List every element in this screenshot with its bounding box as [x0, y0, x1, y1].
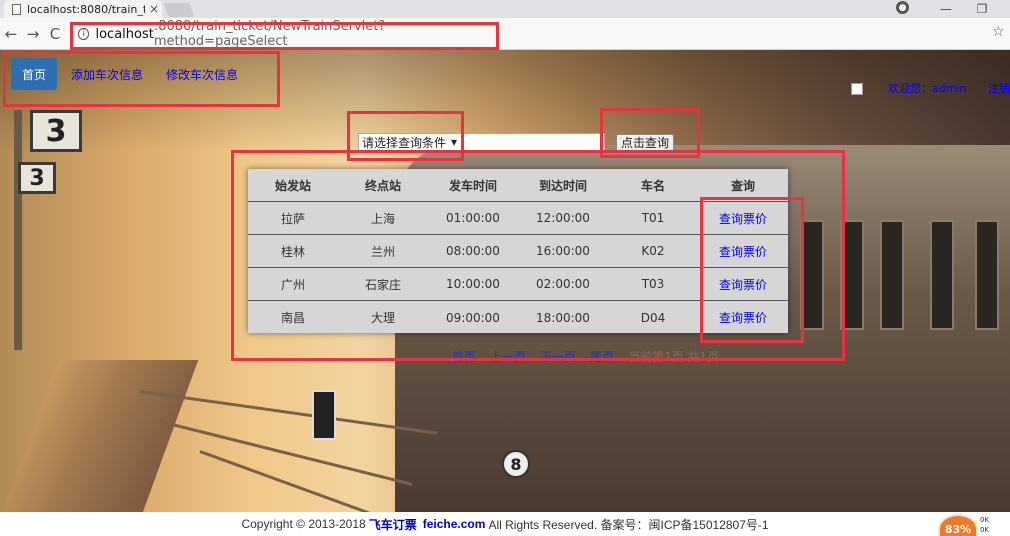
pager-prev-link[interactable]: 上一页: [490, 348, 526, 365]
address-bar[interactable]: i localhost:8080/train_ticket/NewTrainSe…: [74, 19, 500, 49]
cell-end-station: 上海: [370, 211, 395, 226]
cell-train-name: K02: [641, 244, 665, 258]
browser-tab-bar: localhost:8080/train_tic × ● — ❐: [0, 0, 1010, 18]
rail-track: [159, 420, 413, 486]
rail-track: [199, 450, 408, 512]
cell-arrive-time: 02:00:00: [536, 277, 590, 291]
train-window: [800, 220, 824, 330]
query-price-link[interactable]: 查询票价: [698, 268, 788, 300]
logout-link[interactable]: 注销: [988, 80, 1010, 96]
reload-icon[interactable]: C: [46, 24, 64, 44]
cell-train-name: T03: [641, 277, 665, 291]
cell-depart-time: 01:00:00: [446, 211, 500, 225]
speed-stats: 0K 0K: [980, 515, 989, 535]
platform-sign: 3: [18, 162, 56, 194]
page-background: 3 3 8 首页 添加车次信息 修改车次信息 欢迎您：admin 注销 请选择查…: [0, 50, 1010, 512]
footer-brand-cn[interactable]: 飞车订票: [369, 516, 417, 533]
cell-start-station: 拉萨: [280, 211, 305, 226]
url-host: localhost: [95, 26, 154, 42]
header-end-station: 终点站: [364, 178, 401, 193]
pager-info: 当前第1页 共1页: [628, 350, 720, 364]
back-icon[interactable]: ←: [2, 24, 20, 44]
table-row: 桂林 兰州 08:00:00 16:00:00 K02 查询票价: [248, 235, 788, 268]
close-icon[interactable]: ×: [149, 2, 159, 16]
bookmark-star-icon[interactable]: ☆: [992, 24, 1005, 40]
header-query: 查询: [730, 178, 755, 193]
cell-train-name: D04: [640, 310, 666, 325]
pager-first-link[interactable]: 首页: [452, 348, 476, 365]
restore-icon[interactable]: ❐: [964, 0, 1000, 18]
table-row: 南昌 大理 09:00:00 18:00:00 D04 查询票价: [248, 301, 788, 334]
table-row: 拉萨 上海 01:00:00 12:00:00 T01 查询票价: [248, 202, 788, 235]
broken-image-icon: [851, 83, 863, 95]
platform-sign: 3: [30, 110, 82, 152]
query-input[interactable]: [462, 133, 605, 151]
cell-arrive-time: 12:00:00: [536, 211, 590, 225]
table-header-row: 始发站 终点站 发车时间 到达时间 车名 查询: [248, 169, 788, 202]
background-platform: [0, 360, 199, 512]
speed-stat: 0K: [980, 526, 990, 534]
cell-end-station: 兰州: [370, 244, 395, 259]
nav-modify-train-link[interactable]: 修改车次信息: [166, 66, 238, 83]
cell-arrive-time: 18:00:00: [536, 310, 590, 325]
cell-start-station: 桂林: [280, 244, 305, 259]
cell-end-station: 大理: [370, 311, 395, 325]
header-arrive-time: 到达时间: [538, 178, 587, 193]
page-footer: Copyright © 2013-2018 飞车订票 feiche.com Al…: [0, 512, 1010, 536]
nav-home-button[interactable]: 首页: [11, 58, 57, 90]
document-icon: [12, 3, 21, 15]
speed-sign: 8: [502, 450, 530, 478]
train-window: [975, 220, 999, 330]
nav-add-train-link[interactable]: 添加车次信息: [71, 66, 143, 83]
header-train-name: 车名: [640, 178, 665, 193]
tab-title: localhost:8080/train_tic: [27, 2, 145, 16]
url-path: :8080/train_ticket/NewTrainServlet?metho…: [153, 19, 386, 49]
footer-brand-en[interactable]: feiche.com: [423, 517, 486, 531]
query-price-link[interactable]: 查询票价: [698, 202, 788, 234]
footer-copyright: Copyright © 2013-2018: [241, 517, 366, 531]
pager-next-link[interactable]: 下一页: [540, 348, 576, 365]
signal-post: [312, 390, 336, 440]
chevron-down-icon: ▾: [450, 135, 457, 149]
cell-end-station: 石家庄: [364, 277, 401, 292]
pagination: 首页 上一页 下一页 尾页 当前第1页 共1页: [452, 348, 719, 365]
select-value: 请选择查询条件: [362, 135, 447, 150]
forward-icon[interactable]: →: [24, 24, 42, 44]
cell-depart-time: 08:00:00: [446, 244, 500, 258]
speed-stat: 0K: [980, 516, 990, 524]
cell-depart-time: 09:00:00: [446, 310, 500, 325]
table-row: 广州 石家庄 10:00:00 02:00:00 T03 查询票价: [248, 268, 788, 301]
cell-arrive-time: 16:00:00: [536, 244, 590, 258]
footer-rights: All Rights Reserved. 备案号：闽ICP备15012807号-…: [488, 517, 769, 532]
query-condition-select[interactable]: 请选择查询条件 ▾: [358, 133, 462, 151]
browser-toolbar: ← → C i localhost:8080/train_ticket/NewT…: [0, 18, 1010, 50]
query-price-link[interactable]: 查询票价: [698, 235, 788, 267]
browser-tab[interactable]: localhost:8080/train_tic ×: [4, 0, 162, 18]
train-window: [840, 220, 864, 330]
background-post: [14, 110, 22, 350]
speed-widget[interactable]: 83%: [938, 514, 978, 536]
pager-last-link[interactable]: 尾页: [590, 348, 614, 365]
cell-train-name: T01: [641, 211, 665, 225]
cell-start-station: 广州: [280, 277, 305, 292]
minimize-icon[interactable]: —: [928, 0, 964, 18]
train-table: 始发站 终点站 发车时间 到达时间 车名 查询 拉萨 上海 01:00:00 1…: [248, 169, 788, 333]
info-icon[interactable]: i: [78, 28, 90, 40]
query-button[interactable]: 点击查询: [616, 134, 674, 151]
profile-icon[interactable]: ●: [896, 1, 909, 14]
query-price-link[interactable]: 查询票价: [698, 301, 788, 334]
train-window: [930, 220, 954, 330]
cell-depart-time: 10:00:00: [446, 277, 500, 291]
cell-start-station: 南昌: [280, 311, 305, 325]
header-start-station: 始发站: [274, 178, 311, 193]
train-window: [880, 220, 904, 330]
header-depart-time: 发车时间: [448, 178, 497, 193]
welcome-text: 欢迎您：admin: [888, 82, 967, 95]
new-tab-button[interactable]: [163, 3, 195, 17]
